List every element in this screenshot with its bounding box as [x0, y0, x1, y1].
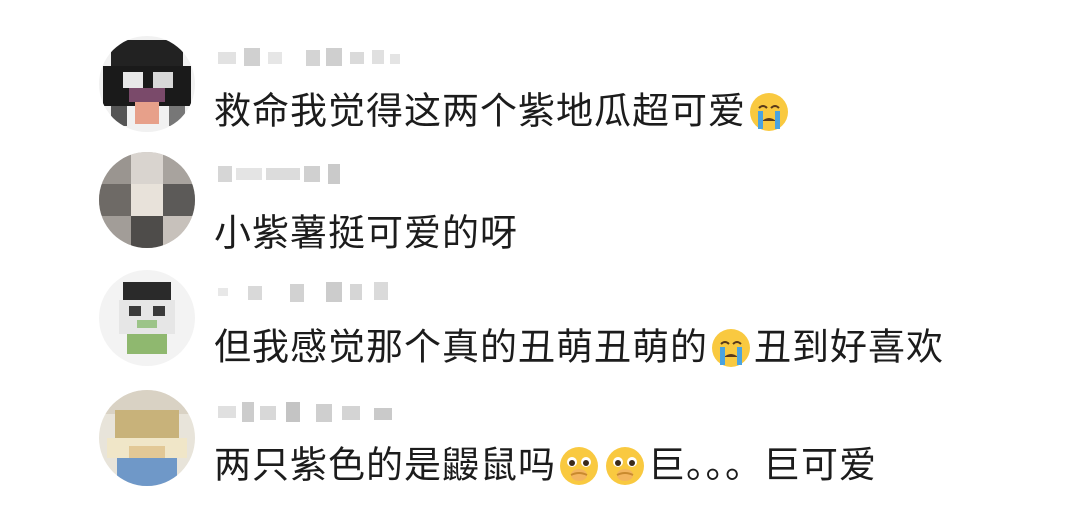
username-blurred[interactable] — [218, 398, 418, 426]
username-blurred[interactable] — [218, 278, 398, 306]
username-blurred[interactable] — [218, 160, 358, 188]
crying-emoji-icon — [748, 91, 790, 133]
comment-item: 两只紫色的是鼹鼠吗 巨。。。巨可爱 — [0, 378, 1080, 498]
comment-text: 但我感觉那个真的丑萌丑萌的 丑到好喜欢 — [214, 324, 944, 370]
comment-item: 救命我觉得这两个紫地瓜超可爱 — [0, 24, 1080, 144]
avatar[interactable] — [99, 36, 195, 132]
avatar[interactable] — [99, 152, 195, 248]
comment-text-part: 丑到好喜欢 — [754, 325, 944, 369]
avatar[interactable] — [99, 390, 195, 486]
pleading-emoji-icon — [558, 445, 600, 487]
comment-text: 两只紫色的是鼹鼠吗 巨。。。巨可爱 — [214, 442, 877, 488]
crying-emoji-icon — [710, 327, 752, 369]
comment-text: 救命我觉得这两个紫地瓜超可爱 — [214, 88, 792, 134]
comment-item: 小紫薯挺可爱的呀 — [0, 140, 1080, 260]
avatar[interactable] — [99, 270, 195, 366]
username-blurred[interactable] — [218, 44, 418, 72]
comment-item: 但我感觉那个真的丑萌丑萌的 丑到好喜欢 — [0, 258, 1080, 378]
pleading-emoji-icon — [604, 445, 646, 487]
comment-text: 小紫薯挺可爱的呀 — [214, 210, 518, 256]
comment-text-part: 救命我觉得这两个紫地瓜超可爱 — [214, 89, 746, 133]
comment-text-part: 小紫薯挺可爱的呀 — [214, 211, 518, 255]
comment-text-part: 但我感觉那个真的丑萌丑萌的 — [214, 325, 708, 369]
comment-text-part: 两只紫色的是鼹鼠吗 — [214, 443, 556, 487]
comment-text-part: 巨。。。巨可爱 — [648, 443, 877, 487]
